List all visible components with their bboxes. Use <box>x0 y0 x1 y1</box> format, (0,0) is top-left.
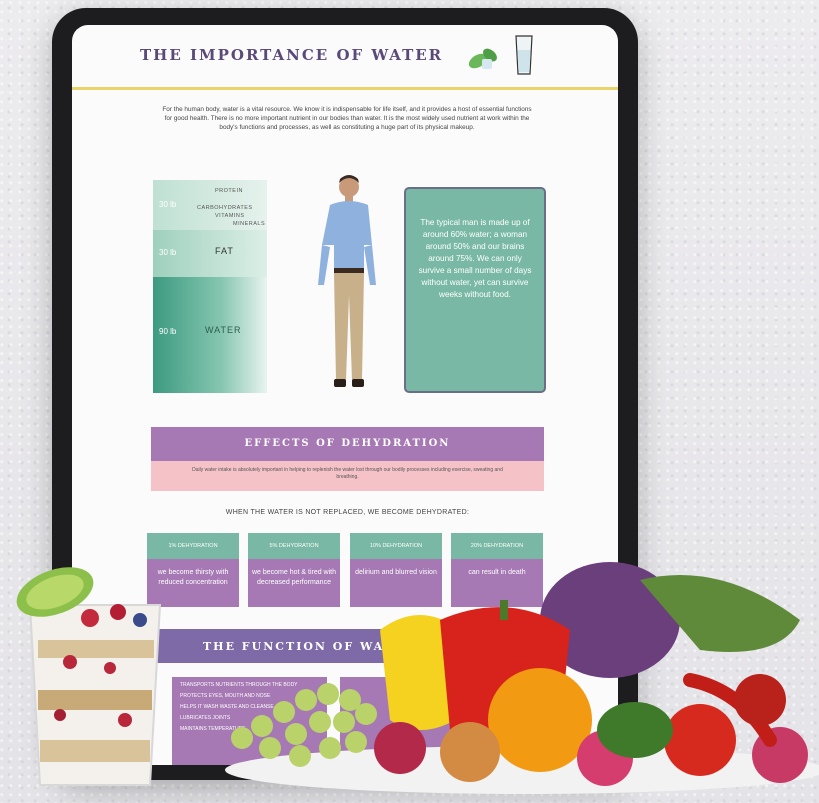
composition-segment-other: 30 lb PROTEIN CARBOHYDRATES VITAMINS MIN… <box>153 180 267 230</box>
fact-box: The typical man is made up of around 60%… <box>404 187 546 393</box>
tablet-device: THE IMPORTANCE OF WATER For the human bo… <box>52 8 638 780</box>
card-body: delirium and blurred vision <box>350 559 442 607</box>
dehydration-heading-band: EFFECTS OF DEHYDRATION <box>151 427 544 461</box>
segment-label: MINERALS <box>233 221 266 227</box>
function-item: LUBRICATES JOINTS <box>180 715 231 721</box>
card-heading: 1% DEHYDRATION <box>147 533 239 559</box>
function-panel: TRANSPORTS NUTRIENTS THROUGH THE BODY PR… <box>172 677 327 765</box>
man-figure <box>318 175 376 387</box>
dehydration-card: 1% DEHYDRATION we become thirsty with re… <box>147 533 239 607</box>
fact-text: The typical man is made up of around 60%… <box>418 218 532 299</box>
segment-label: VITAMINS <box>215 213 245 219</box>
segment-label: PROTEIN <box>215 188 243 194</box>
function-item: HELPS IT WASH WASTE AND CLEANSE <box>180 704 274 710</box>
card-heading: 10% DEHYDRATION <box>350 533 442 559</box>
dehydration-card: 20% DEHYDRATION can result in death <box>451 533 543 607</box>
page-header: THE IMPORTANCE OF WATER <box>72 25 618 90</box>
function-item: TRANSPORTS NUTRIENTS THROUGH THE BODY <box>180 682 298 688</box>
segment-value: 30 lb <box>159 248 177 257</box>
function-heading: THE FUNCTION OF WATER <box>203 640 416 653</box>
dehydration-card: 10% DEHYDRATION delirium and blurred vis… <box>350 533 442 607</box>
card-body: can result in death <box>451 559 543 607</box>
function-item: PROTECTS EYES, MOUTH AND NOSE <box>180 693 271 699</box>
dehydration-subtext: Daily water intake is absolutely importa… <box>192 467 503 480</box>
function-panel <box>340 677 450 765</box>
function-item: MAINTAINS TEMPERATURE <box>180 726 246 732</box>
composition-segment-water: 90 lb WATER <box>153 277 267 393</box>
body-composition-chart: 30 lb PROTEIN CARBOHYDRATES VITAMINS MIN… <box>153 180 267 393</box>
segment-label: CARBOHYDRATES <box>197 205 253 211</box>
segment-value: 90 lb <box>159 327 177 336</box>
composition-segment-fat: 30 lb FAT <box>153 230 267 277</box>
tablet-screen: THE IMPORTANCE OF WATER For the human bo… <box>72 25 618 765</box>
dehydration-subtext-band: Daily water intake is absolutely importa… <box>151 461 544 491</box>
card-heading: 5% DEHYDRATION <box>248 533 340 559</box>
card-body: we become hot & tired with decreased per… <box>248 559 340 607</box>
page-title: THE IMPORTANCE OF WATER <box>140 46 444 64</box>
card-heading: 20% DEHYDRATION <box>451 533 543 559</box>
dehydration-heading: EFFECTS OF DEHYDRATION <box>244 438 451 449</box>
dehydration-card: 5% DEHYDRATION we become hot & tired wit… <box>248 533 340 607</box>
card-body: we become thirsty with reduced concentra… <box>147 559 239 607</box>
segment-value: 30 lb <box>159 200 177 209</box>
segment-label: FAT <box>215 246 234 256</box>
function-heading-band: THE FUNCTION OF WATER <box>151 629 544 663</box>
segment-label: WATER <box>205 325 242 335</box>
dehydration-intro: WHEN THE WATER IS NOT REPLACED, WE BECOM… <box>225 509 470 516</box>
water-glass-icon <box>515 35 533 75</box>
intro-paragraph: For the human body, water is a vital res… <box>162 106 532 131</box>
leaf-icon <box>468 48 497 69</box>
